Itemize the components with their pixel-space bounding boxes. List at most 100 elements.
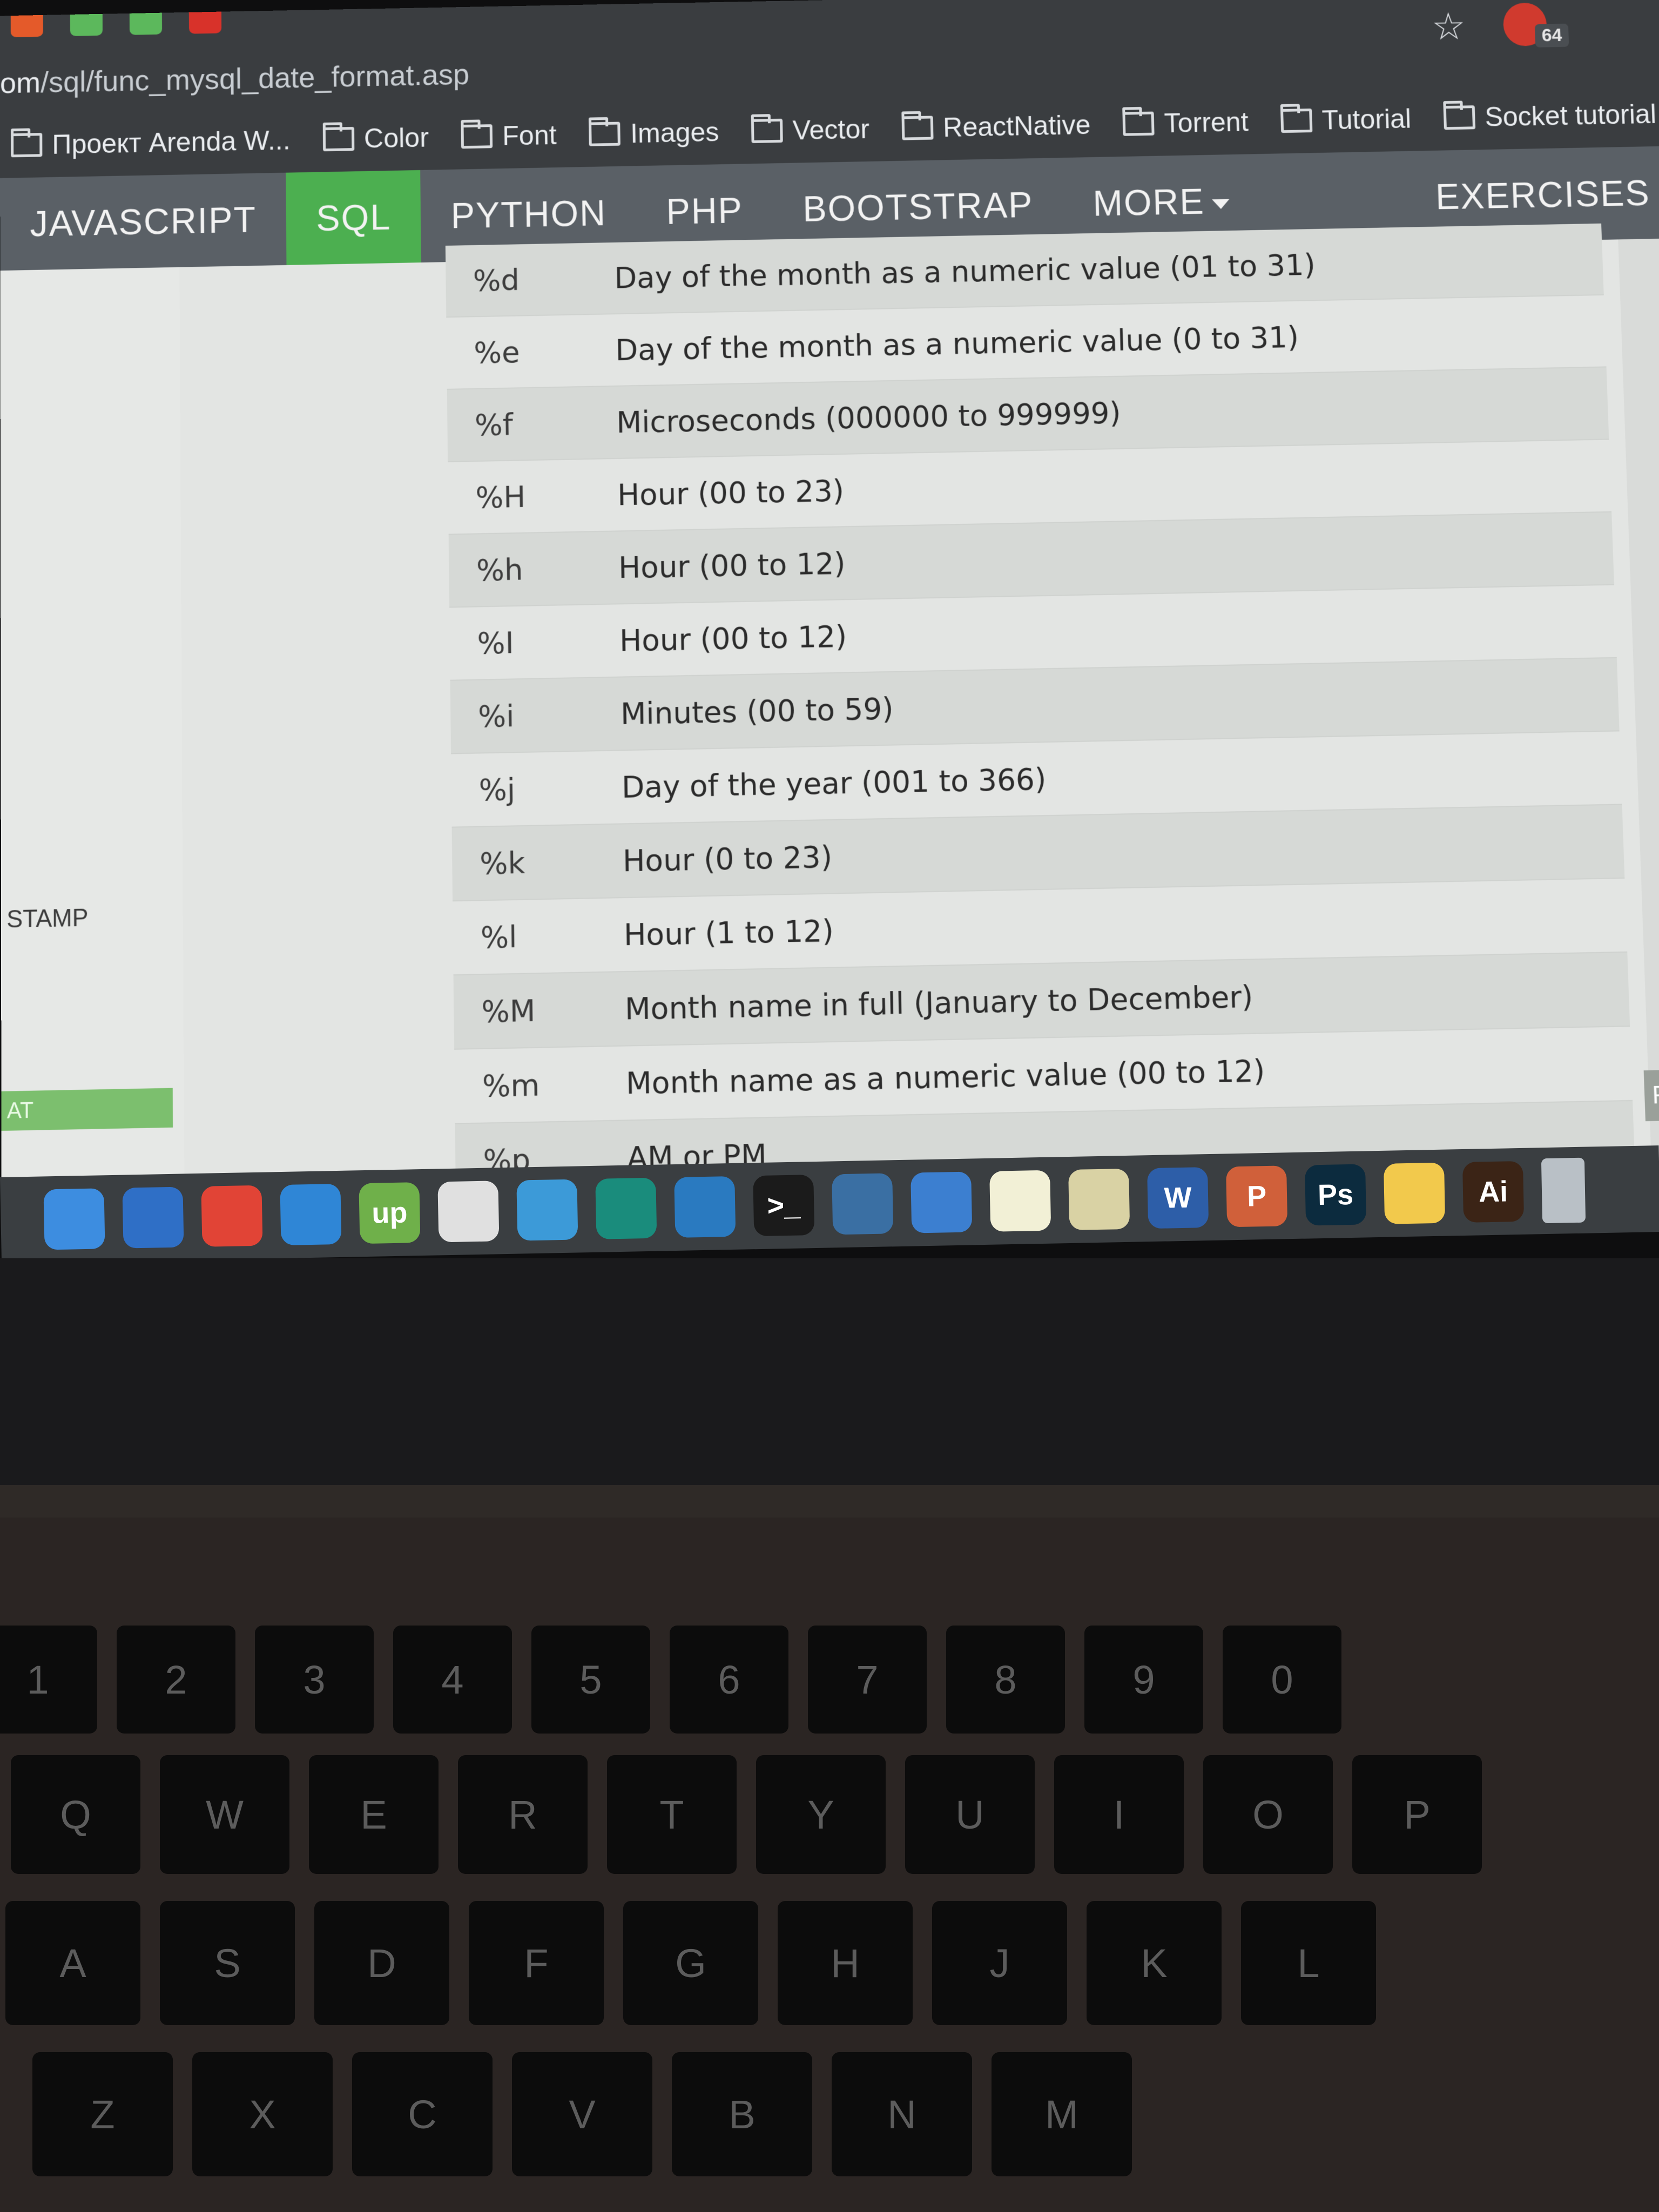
word-icon[interactable]: W	[1147, 1167, 1209, 1229]
keyboard-row: ZXCVBNM	[32, 2052, 1132, 2176]
key[interactable]: Z	[32, 2052, 173, 2176]
nav-javascript[interactable]: JAVASCRIPT	[0, 173, 287, 271]
bookmark-font[interactable]: Font	[461, 119, 557, 153]
key[interactable]: O	[1203, 1755, 1333, 1874]
key[interactable]: A	[5, 1901, 140, 2025]
key[interactable]: E	[309, 1755, 439, 1874]
trash-icon[interactable]	[1541, 1157, 1586, 1224]
address-bar[interactable]: om/sql/func_mysql_date_format.asp	[0, 39, 1298, 102]
key[interactable]: 3	[255, 1626, 374, 1734]
bookmark-vector[interactable]: Vector	[751, 113, 869, 147]
trello-icon[interactable]	[911, 1171, 973, 1233]
key[interactable]: C	[352, 2052, 493, 2176]
bookmark-star-icon[interactable]: ☆	[1431, 4, 1466, 49]
extension-icon[interactable]	[188, 11, 222, 34]
key[interactable]: 2	[117, 1626, 235, 1734]
skype-icon[interactable]	[280, 1183, 342, 1246]
key[interactable]: M	[992, 2052, 1132, 2176]
folder-icon	[461, 124, 493, 149]
key[interactable]: 7	[808, 1626, 927, 1734]
key[interactable]: 4	[393, 1626, 512, 1734]
sidebar-item-active[interactable]: AT	[1, 1088, 173, 1131]
key[interactable]: 9	[1084, 1626, 1203, 1734]
key[interactable]: W	[160, 1755, 289, 1874]
mysql-workbench-icon[interactable]	[832, 1173, 894, 1235]
format-code: %h	[476, 552, 524, 588]
folder-icon	[589, 122, 621, 146]
bookmark-proekt[interactable]: Проект Arenda W...	[11, 124, 291, 161]
bookmark-label: Vector	[792, 113, 870, 146]
extension-icon[interactable]	[70, 14, 103, 36]
key[interactable]: Q	[11, 1755, 140, 1874]
stickies-icon[interactable]	[1068, 1168, 1130, 1231]
photo-frame: om/sql/func_mysql_date_format.asp ☆ 6 4 П…	[0, 0, 1659, 2212]
key[interactable]: Y	[756, 1755, 886, 1874]
bookmark-label: Font	[502, 119, 557, 151]
bookmark-label: Tutorial	[1321, 103, 1412, 136]
key[interactable]: T	[607, 1755, 737, 1874]
notes-icon[interactable]	[989, 1170, 1051, 1232]
key[interactable]: I	[1054, 1755, 1184, 1874]
photoshop-icon[interactable]: Ps	[1305, 1164, 1367, 1226]
bookmark-torrent[interactable]: Torrent	[1122, 106, 1249, 140]
nav-more-label: MORE	[1092, 181, 1205, 224]
folder-icon	[1443, 105, 1476, 130]
key[interactable]: K	[1087, 1901, 1222, 2025]
vscode-icon[interactable]	[674, 1176, 736, 1238]
key[interactable]: R	[458, 1755, 588, 1874]
chrome-icon[interactable]	[201, 1185, 263, 1247]
upwork-icon[interactable]: up	[359, 1182, 421, 1244]
bookmark-color[interactable]: Color	[322, 122, 429, 155]
sourcetree-icon[interactable]	[122, 1186, 184, 1249]
key[interactable]: F	[469, 1901, 604, 2025]
illustrator-icon[interactable]: Ai	[1462, 1161, 1525, 1223]
key[interactable]: B	[672, 2052, 812, 2176]
bookmark-tutorial[interactable]: Tutorial	[1280, 103, 1412, 137]
url-host: om	[0, 66, 41, 100]
key[interactable]: S	[160, 1901, 295, 2025]
powerpoint-icon[interactable]: P	[1226, 1165, 1288, 1228]
key[interactable]: D	[314, 1901, 449, 2025]
bookmark-images[interactable]: Images	[589, 116, 719, 150]
telegram-icon[interactable]	[516, 1179, 578, 1241]
key[interactable]: 1	[0, 1626, 97, 1734]
bookmark-reactnative[interactable]: ReactNative	[901, 109, 1091, 144]
key[interactable]: U	[905, 1755, 1035, 1874]
key[interactable]: N	[832, 2052, 972, 2176]
key[interactable]: L	[1241, 1901, 1376, 2025]
finder-icon[interactable]	[43, 1188, 105, 1250]
format-description: Microseconds (000000 to 999999)	[616, 395, 1122, 440]
extension-icon[interactable]	[10, 15, 43, 37]
extension-icons	[10, 11, 222, 37]
key[interactable]: X	[192, 2052, 333, 2176]
key[interactable]: P	[1352, 1755, 1482, 1874]
gitkraken-icon[interactable]	[595, 1177, 657, 1239]
folder-icon	[1280, 108, 1313, 133]
nav-sql[interactable]: SQL	[286, 170, 422, 265]
laptop-hinge	[0, 1485, 1659, 1518]
format-description: Hour (00 to 12)	[619, 618, 847, 658]
key[interactable]: 8	[946, 1626, 1065, 1734]
key[interactable]: 6	[670, 1626, 788, 1734]
key[interactable]: J	[932, 1901, 1067, 2025]
bookmark-label: Color	[363, 122, 429, 154]
sidebar-item-stamp[interactable]: STAMP	[6, 904, 88, 934]
bookmark-socket-tutorial[interactable]: Socket tutorial	[1443, 98, 1657, 134]
format-description: Hour (1 to 12)	[623, 913, 834, 953]
key[interactable]: V	[512, 2052, 652, 2176]
key[interactable]: G	[623, 1901, 758, 2025]
sketch-icon[interactable]	[1383, 1162, 1446, 1224]
laptop-screen: om/sql/func_mysql_date_format.asp ☆ 64 П…	[0, 0, 1659, 1256]
key[interactable]: H	[778, 1901, 913, 2025]
terminal-icon[interactable]: >_	[753, 1175, 815, 1237]
bookmark-label: ReactNative	[942, 109, 1091, 143]
keyboard-row: ASDFGHJKL	[5, 1901, 1376, 2025]
slack-icon[interactable]	[437, 1181, 500, 1243]
key[interactable]: 5	[531, 1626, 650, 1734]
keyboard-row: 1234567890	[0, 1626, 1341, 1734]
date-format-table: %d Day of the month as a numeric value (0…	[445, 223, 1641, 1256]
bookmark-label: Проект Arenda W...	[52, 125, 291, 160]
edge-button[interactable]: Re	[1643, 1069, 1659, 1122]
extension-icon[interactable]	[129, 12, 163, 35]
key[interactable]: 0	[1223, 1626, 1341, 1734]
